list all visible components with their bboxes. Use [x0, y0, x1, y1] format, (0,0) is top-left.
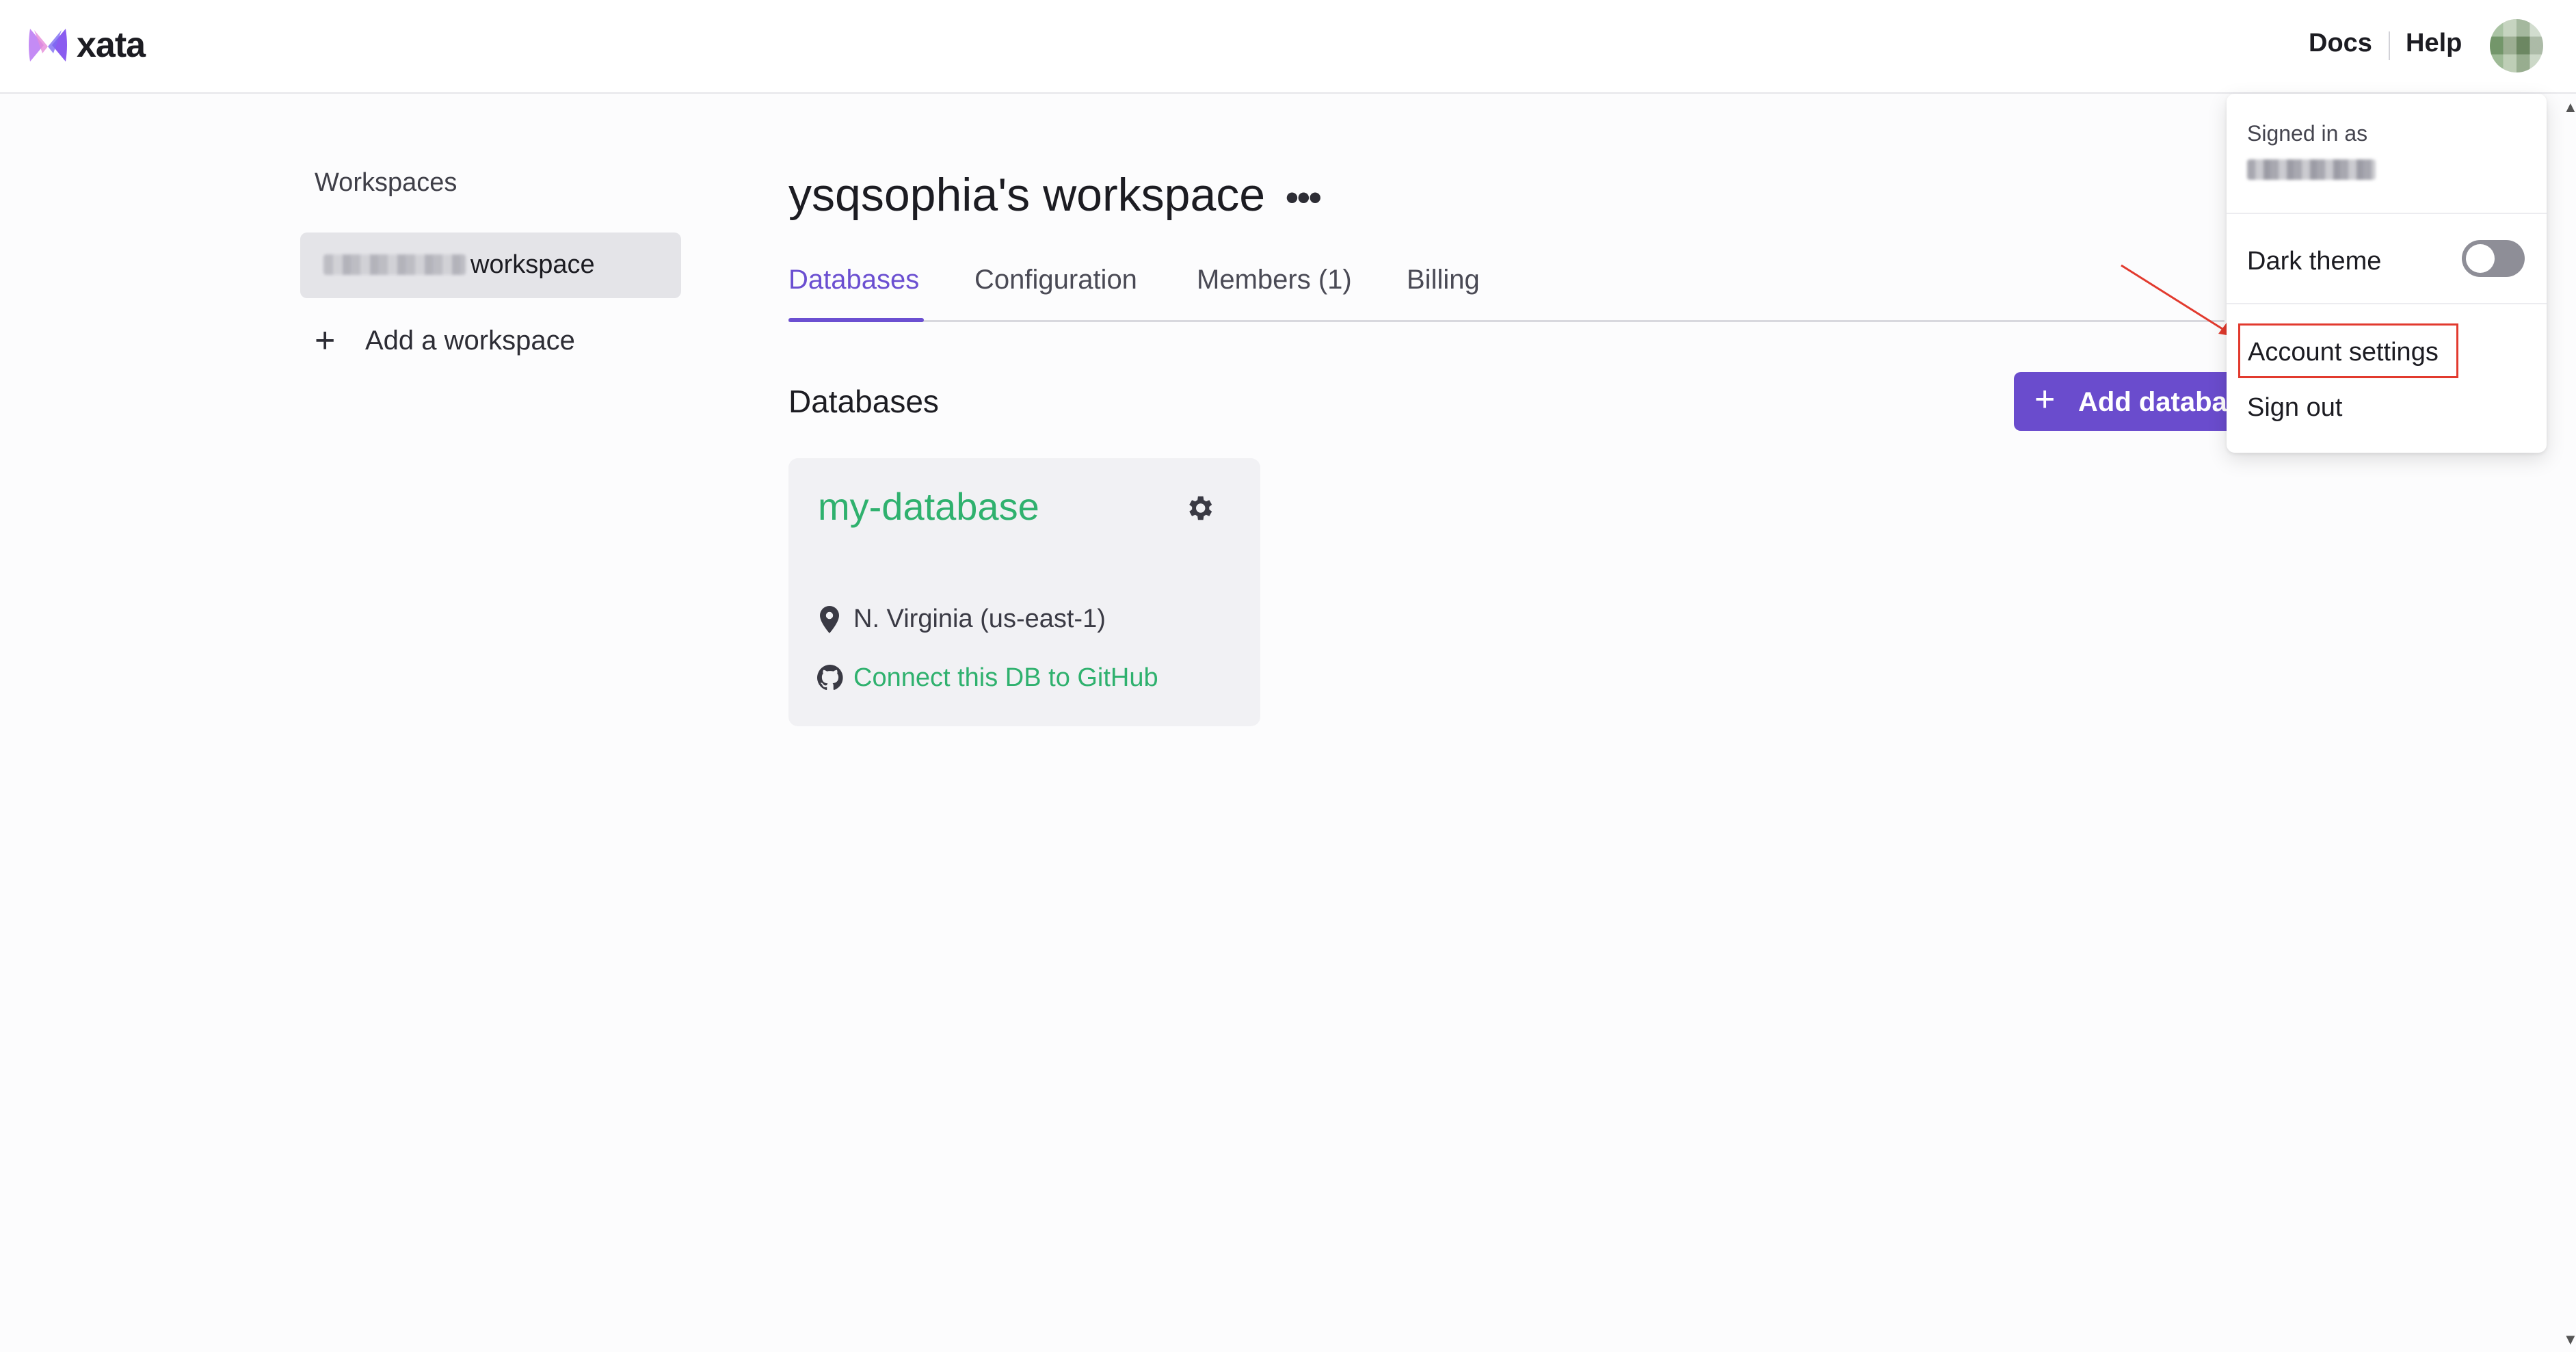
account-settings-menu-item[interactable]: Account settings — [2238, 323, 2458, 378]
help-link[interactable]: Help — [2406, 29, 2462, 58]
more-options-icon[interactable]: ••• — [1286, 179, 1322, 216]
add-workspace-label: Add a workspace — [365, 325, 575, 356]
xata-logo[interactable]: xata — [27, 25, 146, 66]
plus-icon: + — [2034, 380, 2056, 419]
user-avatar[interactable] — [2490, 19, 2543, 72]
tab-members[interactable]: Members (1) — [1197, 265, 1352, 295]
top-navbar: xata Docs Help — [0, 0, 2576, 94]
dark-theme-toggle[interactable] — [2462, 240, 2525, 277]
sign-out-menu-item[interactable]: Sign out — [2247, 393, 2342, 423]
location-pin-icon — [820, 606, 839, 633]
add-database-button[interactable]: + Add databas — [2014, 372, 2240, 431]
dark-theme-label: Dark theme — [2247, 247, 2382, 276]
nav-divider — [2389, 31, 2390, 60]
menu-divider — [2227, 303, 2547, 304]
logo-wordmark: xata — [77, 25, 146, 65]
docs-link[interactable]: Docs — [2309, 29, 2372, 58]
active-tab-indicator — [788, 318, 924, 322]
gear-icon[interactable] — [1184, 492, 1215, 524]
add-database-label: Add databas — [2078, 387, 2240, 417]
database-name-link[interactable]: my-database — [818, 484, 1039, 529]
add-workspace-button[interactable]: + Add a workspace — [315, 323, 575, 358]
user-dropdown-menu: Signed in as Dark theme Account settings… — [2227, 94, 2547, 453]
scrollbar-up-arrow[interactable]: ▲ — [2563, 98, 2576, 116]
menu-divider — [2227, 213, 2547, 214]
workspace-tabs: Databases Configuration Members (1) Bill… — [788, 265, 2225, 322]
scrollbar-down-arrow[interactable]: ▼ — [2563, 1331, 2576, 1349]
sidebar-item-workspace[interactable]: workspace — [300, 233, 681, 298]
sidebar-title: Workspaces — [315, 168, 457, 197]
sidebar-item-label: workspace — [470, 250, 595, 279]
toggle-knob — [2466, 244, 2495, 273]
app-root: xata Docs Help ▲ ▼ Workspaces workspace … — [0, 0, 2576, 1352]
database-region: N. Virginia (us-east-1) — [853, 605, 1106, 633]
database-card[interactable]: my-database N. Virginia (us-east-1) Conn… — [788, 458, 1260, 726]
plus-icon: + — [315, 321, 336, 360]
signed-in-label: Signed in as — [2247, 121, 2368, 146]
connect-github-link[interactable]: Connect this DB to GitHub — [853, 663, 1158, 693]
github-icon — [817, 665, 843, 691]
xata-butterfly-icon — [29, 29, 67, 62]
tab-configuration[interactable]: Configuration — [974, 265, 1137, 295]
tab-databases[interactable]: Databases — [788, 265, 919, 295]
section-title: Databases — [788, 384, 939, 419]
redacted-username — [323, 254, 466, 275]
page-title: ysqsophia's workspace — [788, 169, 1266, 221]
tab-billing[interactable]: Billing — [1407, 265, 1480, 295]
redacted-username — [2247, 159, 2376, 180]
account-settings-label: Account settings — [2248, 338, 2439, 367]
